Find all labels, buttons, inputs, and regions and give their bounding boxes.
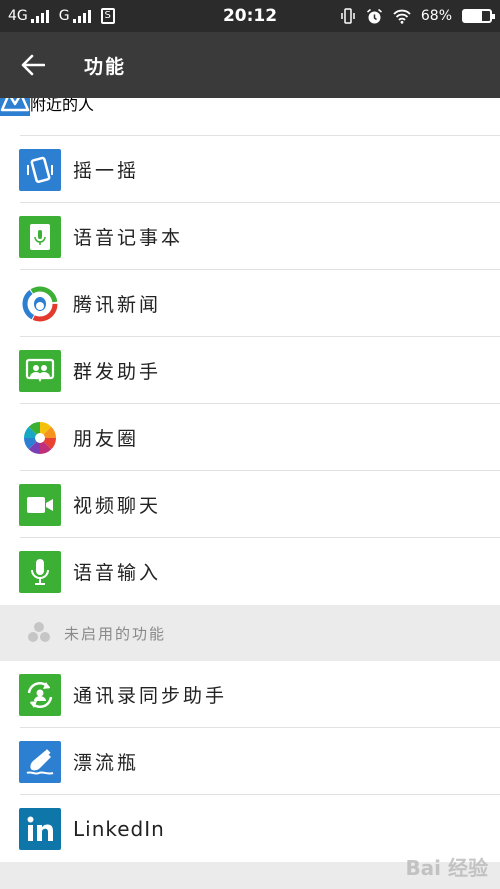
back-arrow-icon xyxy=(21,54,45,76)
moments-aperture-icon xyxy=(19,417,61,459)
sim-card-icon: S xyxy=(100,8,115,24)
baidu-jingyan-watermark: Bai 经验 xyxy=(405,856,488,880)
people-nearby-icon xyxy=(0,98,30,116)
list-item-label: 视频聊天 xyxy=(73,495,162,517)
list-item-label: LinkedIn xyxy=(73,816,165,841)
list-item-broadcast-assistant[interactable]: 群发助手 xyxy=(0,337,500,404)
status-bar: 4G G S 20:12 68% xyxy=(0,0,500,32)
list-item-video-chat[interactable]: 视频聊天 xyxy=(0,471,500,538)
list-item-label: 附近的人 xyxy=(30,98,95,114)
signal-4g: 4G xyxy=(8,8,49,24)
list-item-drift-bottle[interactable]: 漂流瓶 xyxy=(0,728,500,795)
list-item-tencent-news[interactable]: 腾讯新闻 xyxy=(0,270,500,337)
clover-icon xyxy=(26,620,52,646)
disabled-features-list: 通讯录同步助手 漂流瓶 LinkedIn xyxy=(0,661,500,862)
list-item-voice-notepad[interactable]: 语音记事本 xyxy=(0,203,500,270)
disabled-section-header: 未启用的功能 xyxy=(0,605,500,661)
voice-notepad-icon xyxy=(19,215,61,258)
contact-sync-icon xyxy=(19,673,61,716)
signal-bars-icon xyxy=(30,9,49,23)
enabled-features-list: 附近的人 摇一摇 语音记事本 腾讯新闻 群发助手 朋友圈 视频聊天 语音输入 xyxy=(0,98,500,605)
vibrate-icon xyxy=(341,8,355,24)
list-item-moments[interactable]: 朋友圈 xyxy=(0,404,500,471)
broadcast-assistant-icon xyxy=(19,349,61,392)
section-title: 未启用的功能 xyxy=(64,624,167,643)
list-item-label: 语音记事本 xyxy=(73,227,184,249)
battery-icon xyxy=(462,9,495,23)
signal-g: G xyxy=(59,8,91,24)
wifi-icon xyxy=(393,9,411,24)
back-button[interactable] xyxy=(0,32,66,98)
battery-level xyxy=(464,11,482,21)
list-item-label: 语音输入 xyxy=(73,562,162,584)
linkedin-icon xyxy=(19,807,61,850)
app-bar: 功能 xyxy=(0,32,500,98)
drift-bottle-icon xyxy=(19,740,61,783)
signal-bars-icon xyxy=(72,9,91,23)
tencent-news-icon xyxy=(19,283,61,325)
list-item-people-nearby[interactable]: 附近的人 xyxy=(0,98,500,136)
list-item-label: 朋友圈 xyxy=(73,428,140,450)
list-item-voice-input[interactable]: 语音输入 xyxy=(0,538,500,605)
video-camera-icon xyxy=(19,483,61,526)
list-item-label: 通讯录同步助手 xyxy=(73,685,228,707)
list-item-label: 摇一摇 xyxy=(73,160,140,182)
shake-phone-icon xyxy=(19,148,61,191)
network-type-1: 4G xyxy=(8,8,28,24)
list-item-shake[interactable]: 摇一摇 xyxy=(0,136,500,203)
list-item-label: 腾讯新闻 xyxy=(73,294,162,316)
list-item-label: 群发助手 xyxy=(73,361,162,383)
list-item-contact-sync[interactable]: 通讯录同步助手 xyxy=(0,661,500,728)
page-title: 功能 xyxy=(84,55,127,78)
battery-percent: 68% xyxy=(420,8,452,24)
list-item-label: 漂流瓶 xyxy=(73,752,140,774)
network-type-2: G xyxy=(58,8,70,24)
alarm-clock-icon xyxy=(366,8,382,23)
microphone-icon xyxy=(19,550,61,593)
